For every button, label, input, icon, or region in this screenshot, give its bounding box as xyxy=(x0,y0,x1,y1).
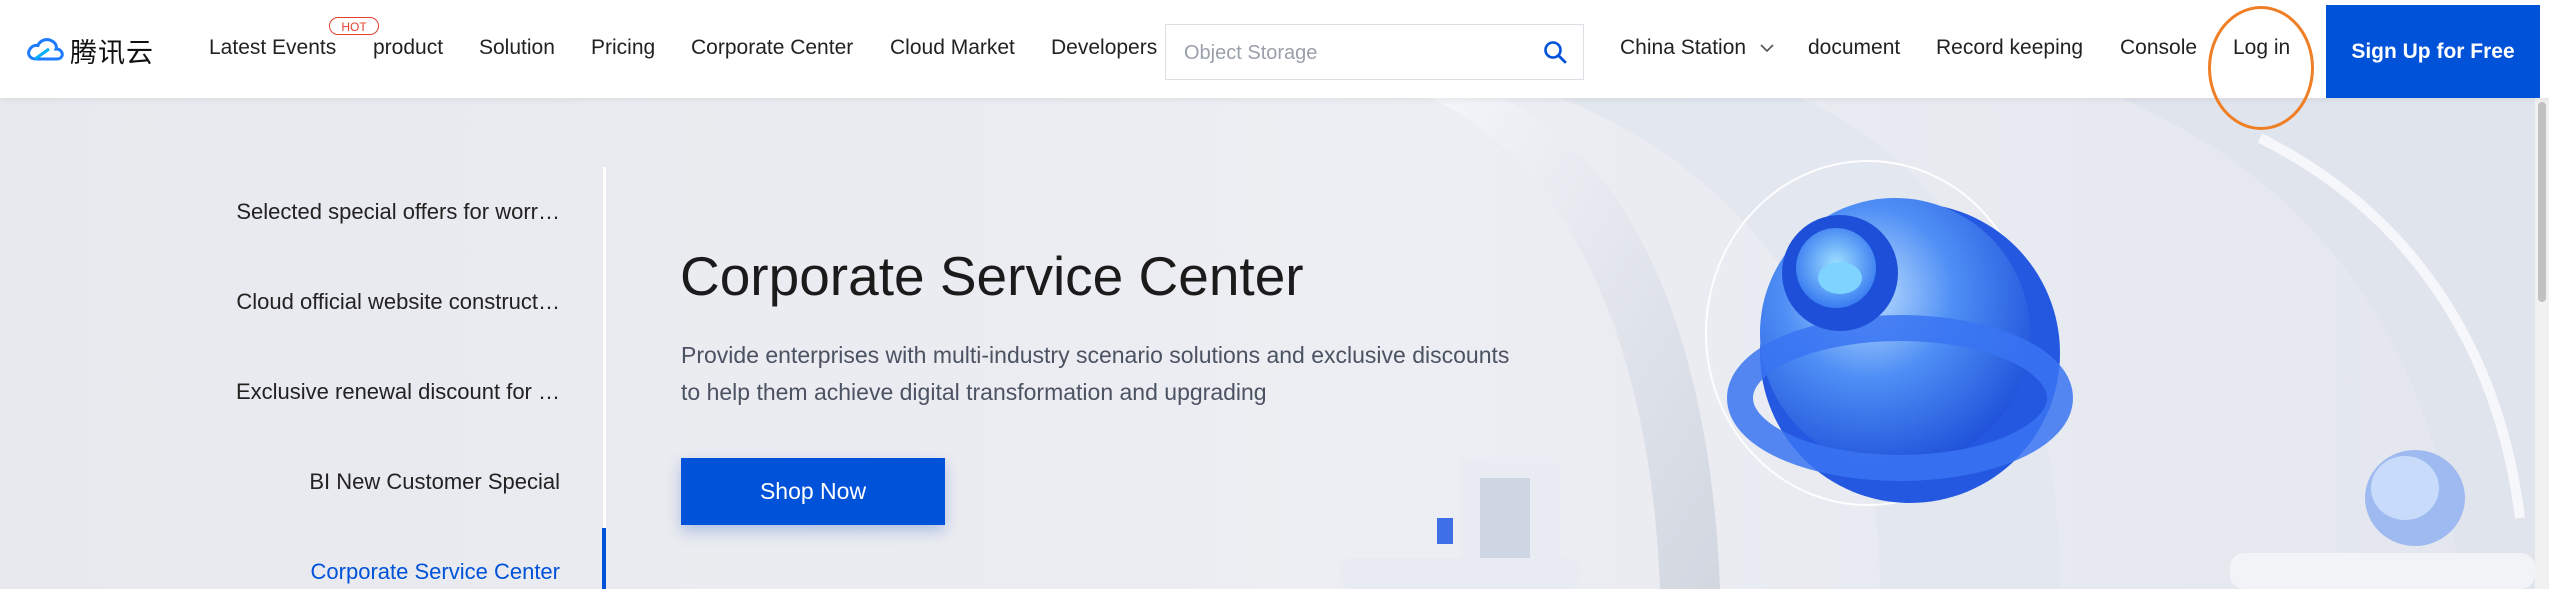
page-scrollbar[interactable] xyxy=(2535,98,2549,589)
nav-product[interactable]: product xyxy=(373,36,443,60)
nav-solution[interactable]: Solution xyxy=(479,36,555,60)
region-label: China Station xyxy=(1620,36,1747,59)
sidebar-item-bi-new-customer[interactable]: BI New Customer Special xyxy=(309,469,560,495)
brand-name: 腾讯云 xyxy=(70,37,154,68)
hero-title: Corporate Service Center xyxy=(680,245,1304,307)
cloud-logo-icon xyxy=(27,38,64,61)
shop-now-button[interactable]: Shop Now xyxy=(681,458,945,525)
nav-cloud-market[interactable]: Cloud Market xyxy=(890,36,1015,60)
sidebar-item-special-offers[interactable]: Selected special offers for worr… xyxy=(236,199,560,225)
chevron-down-icon xyxy=(1760,44,1774,53)
nav-corporate-center[interactable]: Corporate Center xyxy=(691,36,853,60)
nav-document[interactable]: document xyxy=(1808,36,1900,60)
search-icon[interactable] xyxy=(1543,40,1567,69)
nav-latest-events[interactable]: Latest Events xyxy=(209,36,336,60)
sidebar-item-website-construction[interactable]: Cloud official website construct… xyxy=(236,289,560,315)
hero-description-line-1: Provide enterprises with multi-industry … xyxy=(681,342,1510,368)
sign-up-button[interactable]: Sign Up for Free xyxy=(2326,5,2540,98)
scrollbar-thumb[interactable] xyxy=(2538,102,2546,302)
nav-record-keeping[interactable]: Record keeping xyxy=(1936,36,2083,60)
login-annotation-circle xyxy=(2208,6,2314,130)
nav-console[interactable]: Console xyxy=(2120,36,2197,60)
sidebar-item-renewal-discount[interactable]: Exclusive renewal discount for … xyxy=(236,379,560,405)
tencent-cloud-logo[interactable]: 腾讯云 xyxy=(26,33,154,68)
nav-developers[interactable]: Developers xyxy=(1051,36,1157,60)
nav-pricing[interactable]: Pricing xyxy=(591,36,655,60)
sidebar-item-corporate-service-center[interactable]: Corporate Service Center xyxy=(311,559,560,585)
hero-description-line-2: to help them achieve digital transformat… xyxy=(681,379,1267,405)
hot-badge: HOT xyxy=(329,17,379,35)
sidebar-divider xyxy=(603,167,606,589)
hero-description: Provide enterprises with multi-industry … xyxy=(681,337,1581,411)
region-selector[interactable]: China Station xyxy=(1620,36,1774,60)
sidebar-active-indicator xyxy=(602,528,606,589)
search-box[interactable] xyxy=(1165,24,1584,80)
search-input[interactable] xyxy=(1182,38,1516,68)
top-navigation-bar: 腾讯云 Latest Events HOT product Solution P… xyxy=(0,0,2549,98)
